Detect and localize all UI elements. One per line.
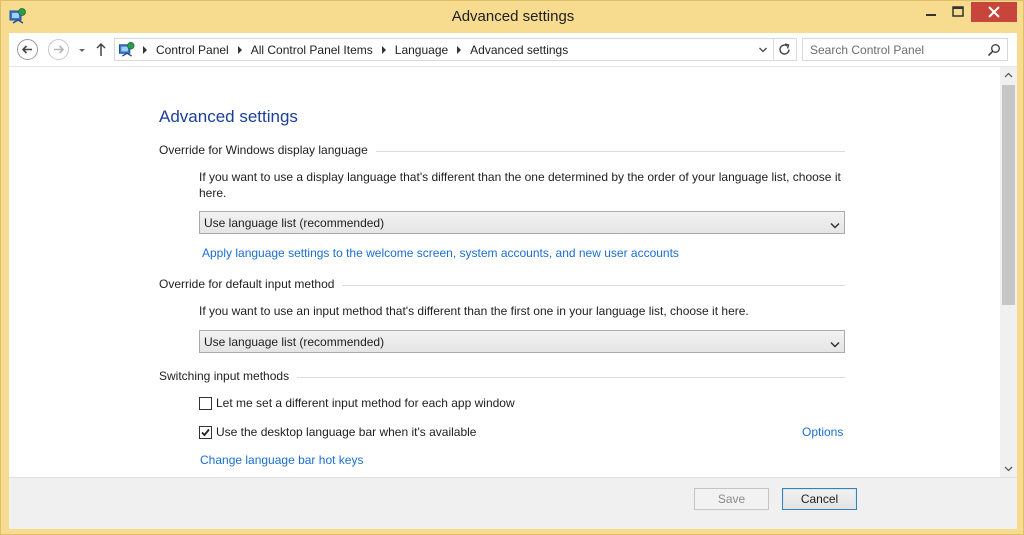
page-title: Advanced settings xyxy=(159,107,298,126)
per-app-input-method-option[interactable]: Let me set a different input method for … xyxy=(199,396,515,410)
chevron-down-icon xyxy=(830,338,840,348)
chevron-down-icon xyxy=(79,49,85,52)
address-dropdown-button[interactable] xyxy=(758,44,768,54)
breadcrumb-separator-icon[interactable] xyxy=(381,46,386,54)
minimize-icon xyxy=(926,14,936,16)
forward-button[interactable] xyxy=(48,39,69,60)
search-input[interactable]: Search Control Panel xyxy=(810,43,924,57)
desktop-language-bar-label[interactable]: Use the desktop language bar when it's a… xyxy=(216,425,476,439)
section-heading-display-language: Override for Windows display language xyxy=(159,143,845,157)
desktop-language-bar-option[interactable]: Use the desktop language bar when it's a… xyxy=(199,425,476,439)
section-heading-text: Switching input methods xyxy=(159,369,290,383)
refresh-button[interactable] xyxy=(774,38,797,61)
breadcrumb-separator-icon[interactable] xyxy=(457,46,462,54)
title-bar[interactable]: Advanced settings xyxy=(1,1,1024,33)
section-divider xyxy=(342,284,845,286)
breadcrumb-all-items[interactable]: All Control Panel Items xyxy=(251,43,373,57)
display-language-value: Use language list (recommended) xyxy=(204,216,385,230)
chevron-down-icon xyxy=(759,47,767,53)
refresh-icon xyxy=(779,43,790,55)
minimize-button[interactable] xyxy=(917,2,945,22)
close-icon xyxy=(988,6,1000,18)
section-heading-text: Override for default input method xyxy=(159,277,335,291)
per-app-input-method-checkbox[interactable] xyxy=(199,396,212,410)
maximize-button[interactable] xyxy=(945,2,971,22)
desktop-language-bar-checkbox[interactable] xyxy=(199,425,212,439)
up-button[interactable] xyxy=(95,42,107,57)
search-box[interactable]: Search Control Panel xyxy=(802,38,1008,61)
language-bar-options-link[interactable]: Options xyxy=(802,425,843,439)
chevron-down-icon xyxy=(830,219,840,229)
control-panel-icon xyxy=(118,41,136,58)
address-bar[interactable]: Control Panel All Control Panel Items La… xyxy=(114,38,774,61)
section-divider xyxy=(297,376,845,378)
back-button[interactable] xyxy=(17,39,38,60)
section-heading-switching: Switching input methods xyxy=(159,369,845,383)
content-area: Advanced settings Override for Windows d… xyxy=(9,67,1017,477)
input-method-value: Use language list (recommended) xyxy=(204,335,385,349)
breadcrumb-separator-icon[interactable] xyxy=(237,46,242,54)
section-heading-input-method: Override for default input method xyxy=(159,277,845,291)
close-button[interactable] xyxy=(971,2,1017,22)
breadcrumb-language[interactable]: Language xyxy=(395,43,448,57)
scroll-up-arrow-icon[interactable] xyxy=(1004,72,1013,78)
dialog-footer: Save Cancel xyxy=(9,477,1017,529)
section-divider xyxy=(375,150,845,152)
per-app-input-method-label[interactable]: Let me set a different input method for … xyxy=(216,396,515,410)
forward-arrow-icon xyxy=(54,45,65,54)
app-window: Advanced settings Control Panel All Cont… xyxy=(0,0,1024,535)
input-method-select[interactable]: Use language list (recommended) xyxy=(199,330,845,353)
breadcrumb: Control Panel All Control Panel Items La… xyxy=(139,43,568,57)
up-arrow-icon xyxy=(96,42,106,56)
recent-locations-button[interactable] xyxy=(77,45,87,55)
input-method-description: If you want to use an input method that'… xyxy=(199,304,749,318)
search-icon[interactable] xyxy=(987,43,1001,57)
apply-language-settings-link[interactable]: Apply language settings to the welcome s… xyxy=(202,246,679,260)
maximize-icon xyxy=(952,6,964,17)
cancel-button[interactable]: Cancel xyxy=(782,488,857,510)
checkmark-icon xyxy=(201,428,210,436)
change-hot-keys-link[interactable]: Change language bar hot keys xyxy=(200,453,363,467)
scroll-down-arrow-icon[interactable] xyxy=(1004,466,1013,472)
display-language-description: If you want to use a display language th… xyxy=(199,170,841,200)
breadcrumb-control-panel[interactable]: Control Panel xyxy=(156,43,229,57)
scrollbar-thumb[interactable] xyxy=(1002,85,1015,305)
display-language-select[interactable]: Use language list (recommended) xyxy=(199,211,845,234)
breadcrumb-separator-icon[interactable] xyxy=(143,46,147,54)
vertical-scrollbar[interactable] xyxy=(1000,67,1017,477)
section-heading-text: Override for Windows display language xyxy=(159,143,368,157)
navigation-bar: Control Panel All Control Panel Items La… xyxy=(9,33,1017,67)
back-arrow-icon xyxy=(21,45,32,54)
save-button[interactable]: Save xyxy=(694,488,769,510)
window-title: Advanced settings xyxy=(451,8,575,25)
breadcrumb-advanced-settings[interactable]: Advanced settings xyxy=(470,43,568,57)
